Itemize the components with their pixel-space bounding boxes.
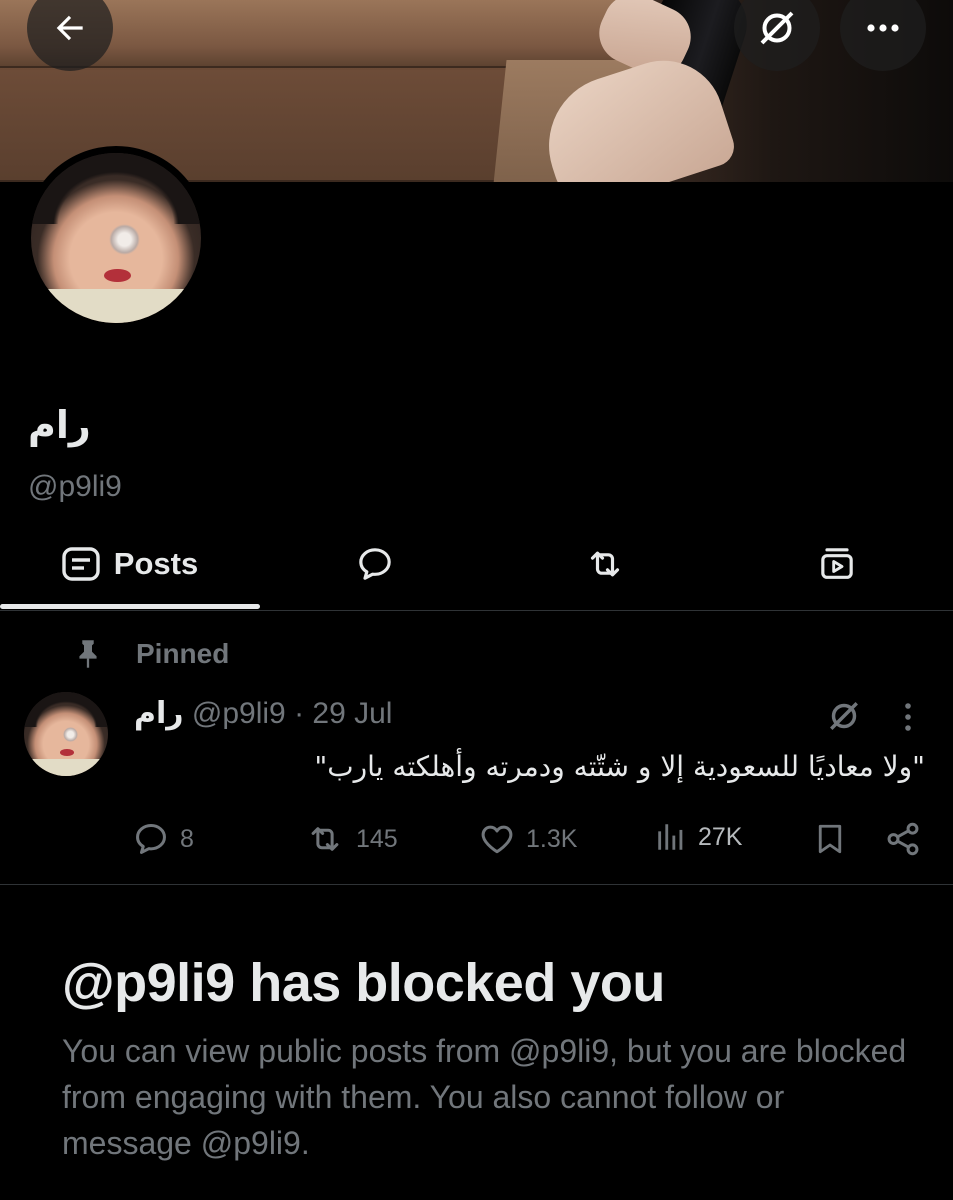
tab-media[interactable] [792, 520, 882, 608]
tab-reposts[interactable] [560, 520, 650, 608]
post-separator: · [294, 697, 305, 730]
tab-posts[interactable]: Posts [0, 520, 260, 608]
view-count: 27K [698, 822, 743, 851]
grok-icon [830, 702, 858, 730]
reply-icon [136, 824, 166, 854]
post-author-avatar[interactable] [24, 692, 108, 776]
reply-action[interactable]: 8 [132, 820, 194, 858]
pinned-label: Pinned [136, 638, 230, 669]
pinned-indicator: Pinned [74, 638, 229, 670]
share-action[interactable] [884, 820, 922, 858]
analytics-icon [658, 824, 683, 850]
more-horizontal-icon [867, 24, 899, 32]
repost-icon [590, 551, 620, 577]
post-author-handle[interactable]: @p9li9 [192, 697, 286, 730]
post-date[interactable]: 29 Jul [312, 697, 392, 730]
avatar-photo [24, 692, 108, 776]
reply-bubble-icon [359, 548, 391, 580]
arrow-left-icon [56, 15, 83, 41]
like-action[interactable]: 1.3K [478, 820, 577, 858]
post-author-name[interactable]: رام [134, 696, 184, 731]
grok-icon [760, 11, 794, 45]
avatar-photo [31, 153, 201, 323]
post-more-button[interactable] [898, 700, 918, 739]
tab-posts-label: Posts [113, 546, 199, 581]
profile-display-name: رام [28, 403, 91, 447]
divider [0, 884, 953, 885]
more-vertical-icon [905, 703, 911, 731]
tab-replies[interactable] [330, 520, 420, 608]
profile-tabs: Posts [0, 520, 953, 611]
repost-count: 145 [356, 824, 398, 853]
blocked-title: @p9li9 has blocked you [62, 953, 665, 1013]
pin-icon [79, 640, 97, 668]
heart-icon [481, 825, 513, 854]
blocked-message: You can view public posts from @p9li9, b… [62, 1033, 907, 1161]
share-icon [887, 822, 919, 856]
post-text: "ولا معاديًا للسعودية إلا و شتّته ودمرته… [314, 750, 925, 783]
views-action[interactable]: 27K [654, 820, 742, 854]
post-grok-button[interactable] [826, 698, 862, 739]
like-count: 1.3K [526, 824, 578, 853]
posts-icon [62, 547, 100, 581]
bookmark-action[interactable] [812, 820, 848, 858]
post-header: رام @p9li9 · 29 Jul [134, 696, 392, 731]
profile-handle: @p9li9 [28, 470, 122, 503]
profile-avatar[interactable] [24, 146, 208, 330]
bookmark-icon [818, 824, 842, 854]
media-play-icon [821, 548, 853, 579]
active-tab-indicator [0, 604, 260, 609]
repost-icon [311, 827, 339, 851]
repost-action[interactable]: 145 [304, 820, 398, 858]
reply-count: 8 [180, 824, 194, 853]
